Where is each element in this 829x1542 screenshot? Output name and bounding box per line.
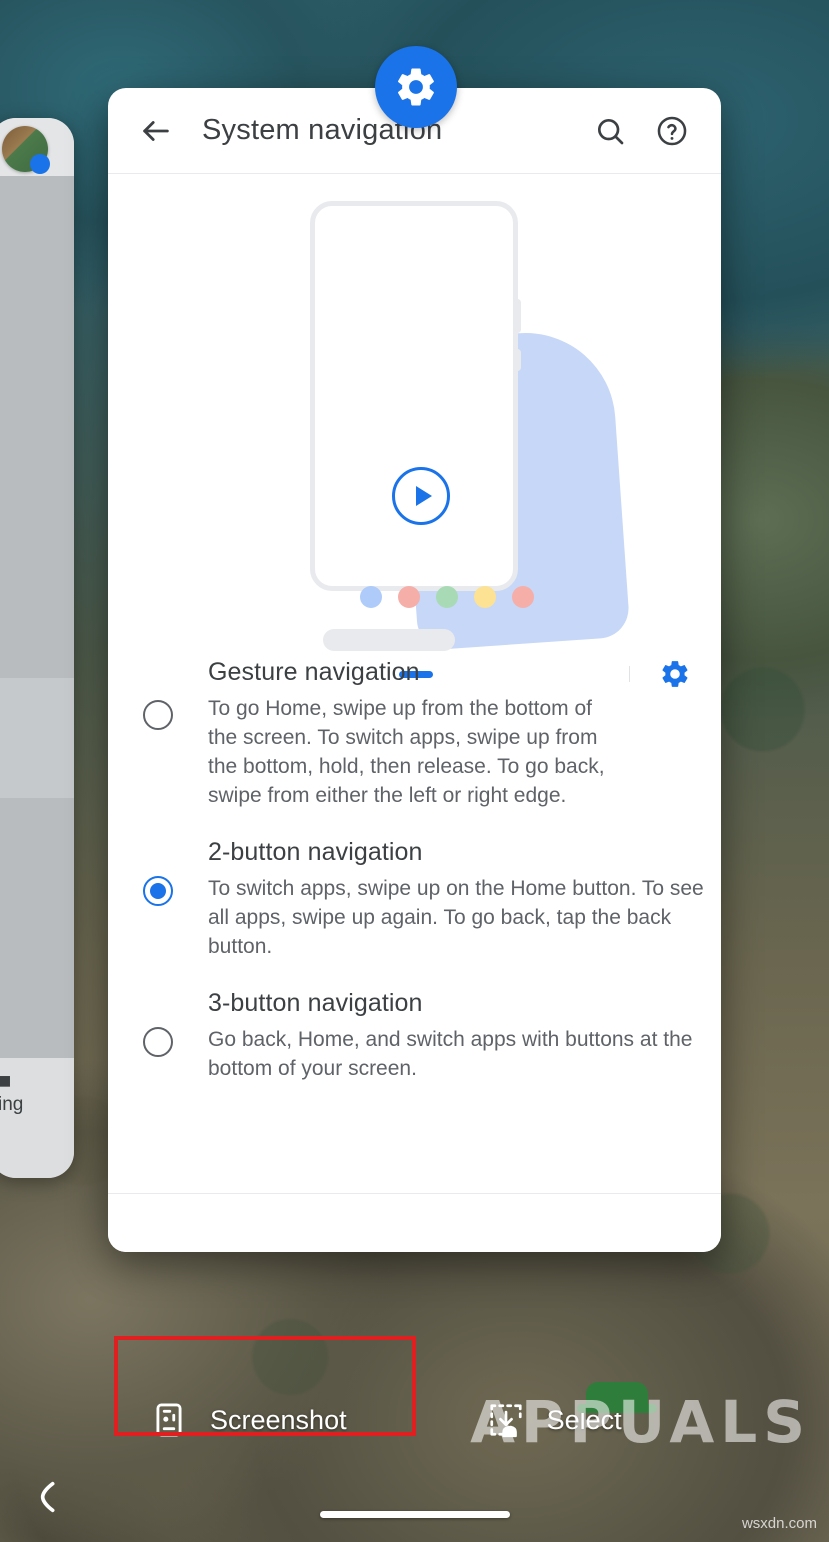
option-divider	[629, 666, 630, 682]
briefcase-icon: ■	[0, 1068, 12, 1093]
option-description: To switch apps, swipe up on the Home but…	[208, 877, 704, 958]
app-dot	[436, 586, 458, 608]
play-circle-icon	[415, 486, 432, 506]
recents-app-card[interactable]: ■ ing	[0, 118, 74, 1178]
radio-2-button-navigation[interactable]	[143, 876, 173, 906]
phone-volume-button	[514, 349, 521, 371]
help-button[interactable]	[649, 108, 695, 154]
option-title: Gesture navigation	[208, 658, 420, 686]
app-dot	[360, 586, 382, 608]
navigation-illustration	[108, 174, 721, 678]
option-gesture-text: Gesture navigation To go Home, swipe up …	[208, 658, 629, 810]
option-3button-text: 3-button navigation Go back, Home, and s…	[208, 989, 721, 1083]
screenshot-highlight-box	[114, 1336, 416, 1436]
appuals-watermark: APPUALS	[470, 1388, 811, 1456]
option-title: 3-button navigation	[208, 989, 423, 1017]
phone-outline	[310, 201, 518, 591]
option-3-button-navigation[interactable]: 3-button navigation Go back, Home, and s…	[108, 975, 721, 1097]
system-navigation-dialog: System navigation Gesture navigation To …	[108, 88, 721, 1252]
settings-gear-badge	[375, 46, 457, 128]
system-navigation-bar	[0, 1468, 829, 1542]
gesture-settings-button[interactable]	[629, 658, 721, 690]
recents-card-body	[0, 176, 74, 1058]
option-gesture-navigation[interactable]: Gesture navigation To go Home, swipe up …	[108, 644, 721, 824]
settings-gear-icon	[662, 661, 688, 687]
play-video-button[interactable]	[392, 467, 450, 525]
back-button[interactable]	[134, 109, 178, 153]
app-dot	[474, 586, 496, 608]
android-screen: ■ ing System navigation Gesture navigati…	[0, 0, 829, 1542]
radio-gesture-wrap[interactable]	[108, 658, 208, 730]
radio-2button-wrap[interactable]	[108, 838, 208, 906]
navigation-options-list: Gesture navigation To go Home, swipe up …	[108, 644, 721, 1107]
arrow-left-icon	[143, 120, 169, 141]
illustration-app-dots	[360, 586, 534, 608]
help-circle-icon	[657, 116, 687, 145]
app-dot	[398, 586, 420, 608]
radio-gesture-navigation[interactable]	[143, 700, 173, 730]
option-title: 2-button navigation	[208, 838, 423, 866]
search-button[interactable]	[587, 108, 633, 154]
back-gesture-icon[interactable]	[26, 1477, 66, 1522]
back-arc-icon	[40, 1481, 55, 1513]
radio-3button-wrap[interactable]	[108, 989, 208, 1057]
recents-card-strip	[0, 678, 74, 798]
recents-card-footer: ■ ing	[0, 1058, 74, 1178]
option-2-button-navigation[interactable]: 2-button navigation To switch apps, swip…	[108, 824, 721, 975]
settings-gear-icon	[397, 68, 434, 106]
option-description: To go Home, swipe up from the bottom of …	[208, 697, 605, 807]
home-pill[interactable]	[319, 1511, 510, 1518]
page-title: System navigation	[202, 114, 443, 146]
dialog-footer	[108, 1193, 721, 1252]
map-app-icon	[2, 126, 50, 174]
option-2button-text: 2-button navigation To switch apps, swip…	[208, 838, 721, 961]
option-description: Go back, Home, and switch apps with butt…	[208, 1028, 693, 1080]
radio-3-button-navigation[interactable]	[143, 1027, 173, 1057]
app-dot	[512, 586, 534, 608]
recents-card-footer-label: ing	[0, 1094, 24, 1115]
search-icon	[598, 118, 624, 144]
phone-power-button	[514, 299, 521, 333]
